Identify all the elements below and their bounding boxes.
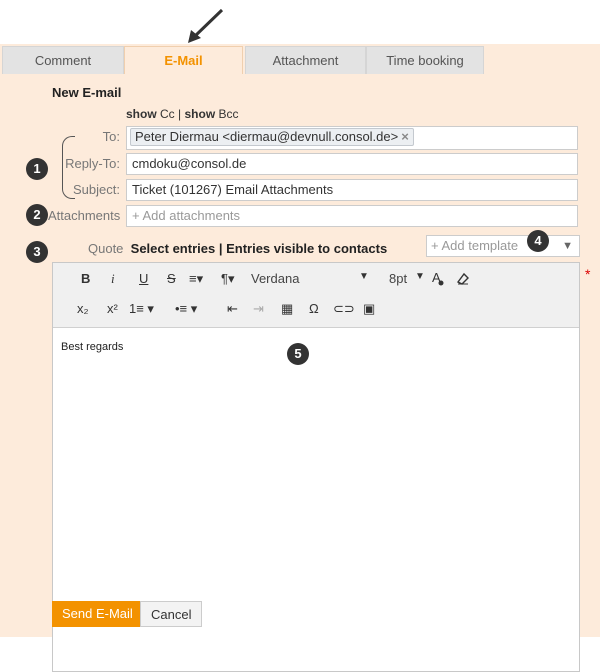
show-bcc-keyword: show <box>184 107 216 121</box>
clear-format-icon[interactable] <box>455 270 471 289</box>
font-family-chevron-icon[interactable]: ▼ <box>359 271 369 282</box>
replyto-label: Reply-To: <box>65 156 120 171</box>
email-form-panel: New E-mail show Cc | show Bcc 1 To: Pete… <box>0 74 600 672</box>
quote-separator: | <box>218 241 223 256</box>
quote-entries-visible[interactable]: Entries visible to contacts <box>226 241 387 256</box>
attachments-label: Attachments <box>48 208 121 223</box>
quote-select-entries[interactable]: Select entries <box>131 241 216 256</box>
show-cc-bcc-row: show Cc | show Bcc <box>126 107 239 121</box>
font-size-chevron-icon[interactable]: ▼ <box>415 271 425 282</box>
bulleted-list-dropdown[interactable]: •≡ ▾ <box>175 301 197 317</box>
special-char-icon[interactable]: Ω <box>309 301 319 316</box>
template-placeholder: + Add template <box>431 238 519 253</box>
image-icon[interactable]: ▣ <box>363 301 375 317</box>
recipient-token-text: Peter Diermau <diermau@devnull.consol.de… <box>135 129 399 144</box>
numbered-list-dropdown[interactable]: 1≡ ▾ <box>129 301 154 317</box>
recipient-token: Peter Diermau <diermau@devnull.consol.de… <box>130 128 414 146</box>
replyto-field[interactable]: cmdoku@consol.de <box>126 153 578 175</box>
text-color-icon[interactable]: A <box>431 270 445 289</box>
show-cc-label: Cc <box>160 107 175 121</box>
editor-body[interactable]: Best regards <box>61 341 123 353</box>
indent-button[interactable]: ⇥ <box>253 301 264 317</box>
outdent-button[interactable]: ⇤ <box>227 301 238 317</box>
table-icon[interactable]: ▦ <box>281 301 293 317</box>
subject-field[interactable]: Ticket (101267) Email Attachments <box>126 179 578 201</box>
to-field[interactable]: Peter Diermau <diermau@devnull.consol.de… <box>126 126 578 150</box>
remove-recipient-icon[interactable]: × <box>401 129 409 144</box>
show-separator: | <box>178 107 182 121</box>
quote-label: Quote <box>88 241 124 256</box>
font-size-select[interactable]: 8pt <box>389 271 407 286</box>
subject-label: Subject: <box>73 182 120 197</box>
italic-button[interactable]: i <box>111 271 115 287</box>
show-cc-keyword: show <box>126 107 157 121</box>
superscript-button[interactable]: x² <box>107 301 118 316</box>
paragraph-dropdown[interactable]: ¶▾ <box>221 271 235 287</box>
underline-button[interactable]: U <box>139 271 148 286</box>
form-title: New E-mail <box>52 85 122 100</box>
badge-5: 5 <box>287 343 309 365</box>
strikethrough-button[interactable]: S <box>167 271 176 286</box>
tab-bar: Comment E-Mail Attachment Time booking <box>0 44 600 74</box>
badge-1: 1 <box>26 158 48 180</box>
attachments-field[interactable]: + Add attachments <box>126 205 578 227</box>
font-family-select[interactable]: Verdana <box>251 271 299 286</box>
subscript-button[interactable]: x₂ <box>77 301 89 316</box>
align-dropdown[interactable]: ≡▾ <box>189 271 203 287</box>
bold-button[interactable]: B <box>81 271 90 286</box>
tab-time-booking[interactable]: Time booking <box>366 46 484 74</box>
editor-toolbar: B i U S ≡▾ ¶▾ Verdana ▼ 8pt ▼ A x₂ x² 1≡… <box>53 263 579 328</box>
badge-3: 3 <box>26 241 48 263</box>
link-icon[interactable]: ⊂⊃ <box>333 301 355 317</box>
send-email-button[interactable]: Send E-Mail <box>52 601 143 627</box>
annotation-arrow <box>188 8 224 43</box>
quote-row: Quote Select entries | Entries visible t… <box>88 241 387 256</box>
show-cc-link[interactable]: show Cc <box>126 107 175 121</box>
show-bcc-label: Bcc <box>218 107 239 121</box>
badge-4: 4 <box>527 230 549 252</box>
tab-comment[interactable]: Comment <box>2 46 124 74</box>
template-select[interactable]: + Add template ▼ <box>426 235 580 257</box>
required-marker: * <box>585 266 591 282</box>
to-label: To: <box>102 129 120 144</box>
chevron-down-icon: ▼ <box>562 240 573 252</box>
badge-2: 2 <box>26 204 48 226</box>
tab-attachment[interactable]: Attachment <box>245 46 366 74</box>
show-bcc-link[interactable]: show Bcc <box>185 107 239 121</box>
cancel-button[interactable]: Cancel <box>140 601 203 627</box>
tab-email[interactable]: E-Mail <box>124 46 243 74</box>
